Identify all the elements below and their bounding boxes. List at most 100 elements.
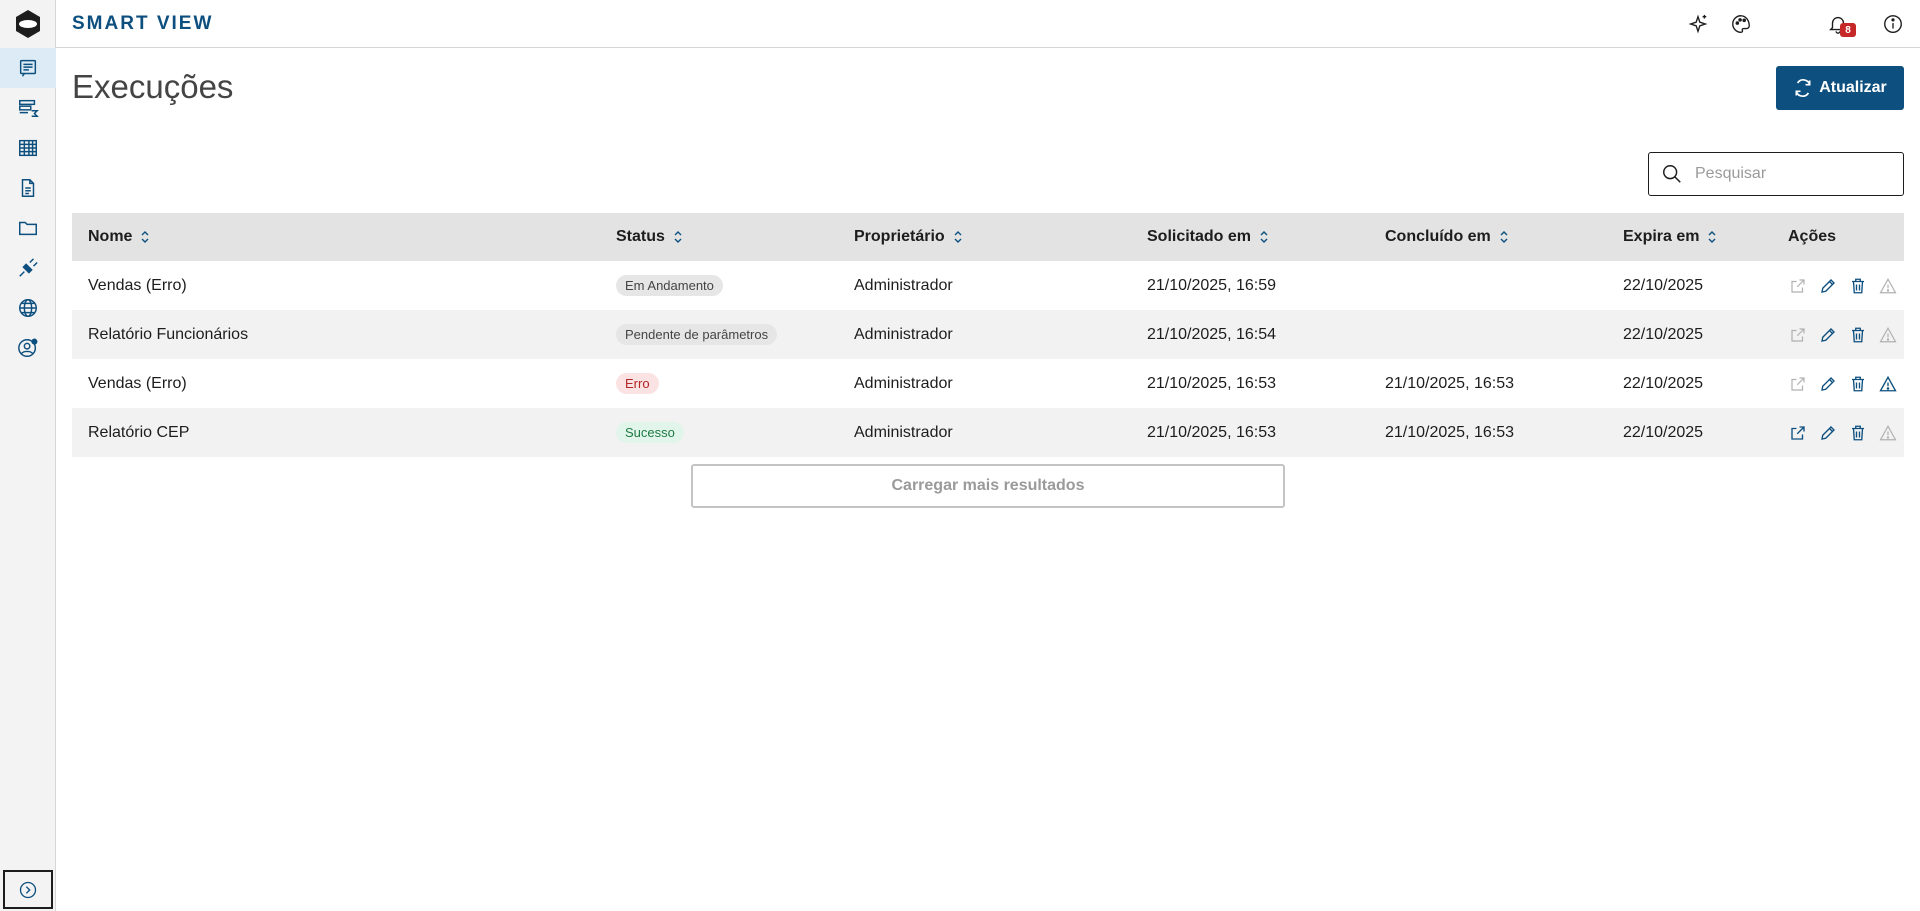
trash-icon	[1852, 425, 1864, 440]
edit-button[interactable]	[1818, 325, 1838, 345]
error-details-button[interactable]	[1878, 325, 1898, 345]
row-nome: Vendas (Erro)	[88, 374, 187, 392]
column-header-concluido[interactable]: Concluído em	[1369, 228, 1607, 246]
column-header-expira[interactable]: Expira em	[1607, 228, 1772, 246]
row-proprietario: Administrador	[854, 276, 953, 294]
notifications-button[interactable]: 8	[1826, 12, 1856, 37]
external-link-icon	[1791, 376, 1805, 391]
search-input[interactable]	[1695, 165, 1895, 183]
warning-icon	[1879, 326, 1897, 342]
row-actions	[1772, 374, 1904, 394]
row-solicitado: 21/10/2025, 16:53	[1147, 374, 1277, 392]
row-expira: 22/10/2025	[1623, 374, 1704, 392]
row-nome: Relatório CEP	[88, 423, 190, 441]
row-actions	[1772, 276, 1904, 296]
sort-icon	[1500, 231, 1508, 243]
column-header-nome[interactable]: Nome	[72, 228, 600, 246]
warning-icon	[1879, 277, 1897, 293]
pencil-icon	[1821, 425, 1835, 440]
row-expira: 22/10/2025	[1623, 423, 1704, 441]
row-nome: Relatório Funcionários	[88, 325, 249, 343]
sidebar-item-executions[interactable]	[0, 48, 56, 88]
column-header-proprietario[interactable]: Proprietário	[838, 228, 1131, 246]
column-header-solicitado[interactable]: Solicitado em	[1131, 228, 1369, 246]
delete-button[interactable]	[1848, 325, 1868, 345]
status-badge: Em Andamento	[616, 275, 723, 296]
trash-icon	[1852, 327, 1864, 342]
row-proprietario: Administrador	[854, 325, 953, 343]
row-proprietario: Administrador	[854, 374, 953, 392]
row-nome: Vendas (Erro)	[88, 276, 187, 294]
row-concluido: 21/10/2025, 16:53	[1385, 423, 1515, 441]
executions-table: Nome Status Proprietário Solicitado em C…	[72, 213, 1904, 457]
edit-button[interactable]	[1818, 423, 1838, 443]
edit-button[interactable]	[1818, 374, 1838, 394]
top-bar: SMART VIEW 8	[56, 0, 1920, 48]
ai-assistant-button[interactable]	[1686, 12, 1710, 36]
error-details-button[interactable]	[1878, 423, 1898, 443]
delete-button[interactable]	[1848, 374, 1868, 394]
refresh-button[interactable]: Atualizar	[1776, 66, 1904, 110]
warning-icon	[1879, 424, 1897, 440]
column-header-status[interactable]: Status	[600, 228, 838, 246]
search-box	[1648, 152, 1904, 196]
external-link-icon	[1791, 278, 1805, 293]
row-concluido: 21/10/2025, 16:53	[1385, 374, 1515, 392]
refresh-button-label: Atualizar	[1819, 79, 1887, 96]
theme-button[interactable]	[1729, 12, 1753, 36]
sidebar-item-user-settings[interactable]	[0, 328, 56, 368]
row-actions	[1772, 325, 1904, 345]
trash-icon	[1852, 376, 1864, 391]
user-gear-icon	[18, 338, 38, 357]
table-row: Vendas (Erro) Em Andamento Administrador…	[72, 261, 1904, 310]
error-details-button[interactable]	[1878, 374, 1898, 394]
pencil-icon	[1821, 376, 1835, 391]
sidebar-item-reports-sum[interactable]	[0, 88, 56, 128]
table-row: Relatório Funcionários Pendente de parâm…	[72, 310, 1904, 359]
app-title: SMART VIEW	[72, 13, 214, 34]
report-list-icon	[19, 59, 37, 77]
status-badge: Pendente de parâmetros	[616, 324, 778, 345]
open-result-button[interactable]	[1788, 374, 1808, 394]
edit-button[interactable]	[1818, 276, 1838, 296]
row-expira: 22/10/2025	[1623, 325, 1704, 343]
sidebar-expand-button[interactable]	[3, 870, 53, 909]
warning-icon	[1879, 375, 1897, 391]
table-header: Nome Status Proprietário Solicitado em C…	[72, 213, 1904, 261]
sidebar-item-documents[interactable]	[0, 168, 56, 208]
sort-icon	[141, 231, 149, 243]
sidebar-item-web[interactable]	[0, 288, 56, 328]
open-result-button[interactable]	[1788, 325, 1808, 345]
pencil-icon	[1821, 278, 1835, 293]
chevron-right-circle-icon	[19, 881, 37, 898]
info-button[interactable]	[1881, 12, 1905, 36]
row-proprietario: Administrador	[854, 423, 953, 441]
status-badge: Erro	[616, 373, 659, 394]
sort-icon	[1708, 231, 1716, 243]
row-solicitado: 21/10/2025, 16:59	[1147, 276, 1277, 294]
sort-icon	[954, 231, 962, 243]
search-icon	[1649, 163, 1695, 185]
row-actions	[1772, 423, 1904, 443]
load-more-button[interactable]: Carregar mais resultados	[691, 464, 1285, 508]
refresh-icon	[1795, 79, 1811, 97]
sort-icon	[1260, 231, 1268, 243]
open-result-button[interactable]	[1788, 423, 1808, 443]
sidebar-item-grid[interactable]	[0, 128, 56, 168]
open-result-button[interactable]	[1788, 276, 1808, 296]
document-icon	[21, 179, 35, 197]
notifications-badge: 8	[1840, 23, 1856, 37]
column-header-acoes: Ações	[1788, 228, 1837, 245]
delete-button[interactable]	[1848, 423, 1868, 443]
folder-icon	[19, 221, 37, 236]
row-solicitado: 21/10/2025, 16:53	[1147, 423, 1277, 441]
delete-button[interactable]	[1848, 276, 1868, 296]
info-icon	[1884, 15, 1902, 33]
error-details-button[interactable]	[1878, 276, 1898, 296]
trash-icon	[1852, 278, 1864, 293]
sort-icon	[674, 231, 682, 243]
palette-icon	[1732, 15, 1750, 33]
sidebar-item-connections[interactable]	[0, 248, 56, 288]
sidebar-item-folders[interactable]	[0, 208, 56, 248]
table-row: Relatório CEP Sucesso Administrador 21/1…	[72, 408, 1904, 457]
